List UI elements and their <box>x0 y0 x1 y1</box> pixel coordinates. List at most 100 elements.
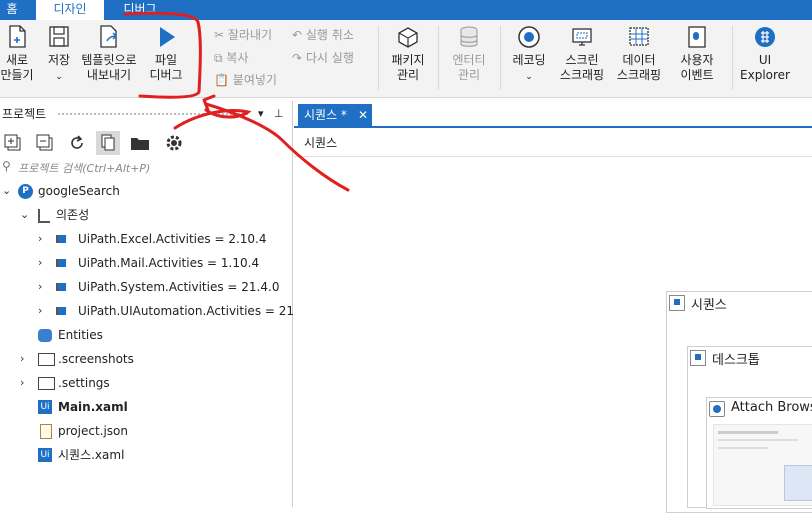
database-icon <box>38 329 52 342</box>
user-events-icon <box>688 26 706 48</box>
redo-label: 다시 실행 <box>305 51 354 65</box>
xaml-file-icon: Ui <box>38 448 52 462</box>
refresh-icon[interactable] <box>68 134 86 152</box>
pin-icon[interactable]: ⊥ <box>274 101 284 127</box>
data-scraping-button[interactable]: 데이터 스크래핑 <box>612 24 666 83</box>
export-template-button[interactable]: 템플릿으로 내보내기 <box>80 24 138 83</box>
ribbon-separator <box>732 26 733 90</box>
chevron-right-icon[interactable]: › <box>38 252 42 274</box>
desktop-title: 데스크톱 <box>712 353 760 368</box>
recording-button[interactable]: 레코딩 ⌄ <box>506 24 552 85</box>
dependency-icon <box>38 209 50 223</box>
manage-entities-button[interactable]: 엔터티 관리 <box>446 24 492 83</box>
copy-icon: ⧉ <box>214 51 223 65</box>
json-file-icon <box>40 424 52 439</box>
tree-item-label: 시퀀스.xaml <box>58 448 125 462</box>
show-files-icon <box>101 134 115 151</box>
chevron-down-icon[interactable]: ⌄ <box>20 204 29 226</box>
tree-item-label: .screenshots <box>58 352 134 366</box>
save-label: 저장 <box>47 53 71 67</box>
ui-explorer-icon <box>755 27 775 47</box>
desktop-activity[interactable]: 데스크톱 Attach Browse <box>687 346 812 509</box>
redo-icon: ↷ <box>292 51 303 65</box>
scissors-icon: ✂ <box>214 28 225 42</box>
expand-all-icon[interactable] <box>4 134 22 152</box>
copy-button[interactable]: ⧉ 복사 <box>214 50 249 66</box>
sequence-icon <box>669 295 685 311</box>
attach-title: Attach Browse <box>731 400 812 415</box>
chevron-down-icon[interactable]: ⌄ <box>55 72 63 82</box>
undo-label: 실행 취소 <box>305 28 354 42</box>
folder-icon[interactable] <box>130 134 150 152</box>
sequence-activity[interactable]: 시퀀스 데스크톱 Attach Browse <box>666 291 812 513</box>
package-dependency-icon <box>56 235 66 243</box>
chevron-down-icon[interactable]: ▾ <box>258 101 264 127</box>
manage-entities-label: 엔터티 관리 <box>452 53 486 82</box>
collapse-all-icon[interactable] <box>36 134 54 152</box>
export-template-label: 템플릿으로 내보내기 <box>81 53 137 82</box>
tab-sequence[interactable]: 시퀀스 * ✕ <box>298 104 372 126</box>
data-scraping-label: 데이터 스크래핑 <box>616 53 662 82</box>
chevron-down-icon[interactable]: ⌄ <box>525 72 533 82</box>
save-button[interactable]: 저장 ⌄ <box>42 24 76 85</box>
package-dependency-icon <box>56 307 66 315</box>
project-panel: 프로젝트 ▾ ⊥ ⚲ 프로젝트 검색(Ctrl+Alt+P) ⌄ P googl… <box>0 101 317 507</box>
close-icon[interactable]: ✕ <box>358 104 368 126</box>
show-all-files-button[interactable] <box>96 131 120 155</box>
cut-button[interactable]: ✂ 잘라내기 <box>214 27 272 43</box>
screen-scraping-label: 스크린 스크래핑 <box>559 53 605 82</box>
browser-icon <box>709 401 725 417</box>
save-icon <box>49 26 69 47</box>
chevron-right-icon[interactable]: › <box>20 348 24 370</box>
undo-button[interactable]: ↶ 실행 취소 <box>292 27 354 43</box>
paste-label: 붙여넣기 <box>232 73 277 87</box>
dependency-label: UiPath.Mail.Activities = 1.10.4 <box>78 256 260 270</box>
project-panel-header: 프로젝트 ▾ ⊥ <box>0 101 292 127</box>
package-dependency-icon <box>56 283 66 291</box>
gear-icon[interactable] <box>164 133 184 153</box>
search-placeholder: 프로젝트 검색(Ctrl+Alt+P) <box>18 162 151 175</box>
play-icon <box>160 27 175 47</box>
tab-label: 시퀀스 * <box>304 108 347 122</box>
paste-button[interactable]: 📋 붙여넣기 <box>214 72 277 88</box>
dependency-label: UiPath.Excel.Activities = 2.10.4 <box>78 232 267 246</box>
manage-packages-button[interactable]: 패키지 관리 <box>386 24 430 83</box>
chevron-right-icon[interactable]: › <box>38 300 42 322</box>
tree-item-label: .settings <box>58 376 110 390</box>
recording-label: 레코딩 <box>512 53 546 67</box>
menu-tab-home[interactable]: 홈 <box>0 0 24 20</box>
project-panel-title: 프로젝트 <box>2 107 47 121</box>
tree-item-label: Entities <box>58 328 103 342</box>
menu-tab-design[interactable]: 디자인 <box>36 0 104 20</box>
chevron-right-icon[interactable]: › <box>38 228 42 250</box>
redo-button[interactable]: ↷ 다시 실행 <box>292 50 354 66</box>
screen-scraping-button[interactable]: 스크린 스크래핑 <box>556 24 608 83</box>
project-logo-icon: P <box>18 184 33 199</box>
ui-explorer-label: UI Explorer <box>740 53 790 82</box>
project-search-input[interactable]: ⚲ 프로젝트 검색(Ctrl+Alt+P) <box>0 159 292 177</box>
undo-icon: ↶ <box>292 28 303 42</box>
chevron-down-icon[interactable]: ⌄ <box>2 180 11 202</box>
record-icon <box>518 26 540 48</box>
dependency-label: UiPath.UIAutomation.Activities = 21.4.3 <box>78 304 317 318</box>
new-button[interactable]: 새로 만들기 <box>0 24 34 83</box>
attach-browser-activity[interactable]: Attach Browse <box>706 397 812 509</box>
folder-icon <box>38 353 55 366</box>
user-events-label: 사용자 이벤트 <box>680 53 714 82</box>
export-template-icon <box>100 25 118 48</box>
menu-tab-debug[interactable]: 디버그 <box>112 0 168 20</box>
sequence-title: 시퀀스 <box>691 298 727 313</box>
panel-grip <box>58 113 248 117</box>
breadcrumb-item[interactable]: 시퀀스 <box>304 134 337 151</box>
chevron-right-icon[interactable]: › <box>38 276 42 298</box>
xaml-file-icon: Ui <box>38 400 52 414</box>
menu-bar: 홈 디자인 디버그 <box>0 0 812 20</box>
paste-icon: 📋 <box>214 73 229 87</box>
cut-label: 잘라내기 <box>227 28 273 42</box>
chevron-right-icon[interactable]: › <box>20 372 24 394</box>
folder-icon <box>38 377 55 390</box>
ui-explorer-button[interactable]: UI Explorer <box>738 24 792 83</box>
ribbon-toolbar: 새로 만들기 저장 ⌄ 템플릿으로 내보내기 파일 디버그 ✂ 잘라내기 ⧉ 복… <box>0 20 812 98</box>
user-events-button[interactable]: 사용자 이벤트 <box>670 24 724 83</box>
debug-file-button[interactable]: 파일 디버그 <box>142 24 190 83</box>
